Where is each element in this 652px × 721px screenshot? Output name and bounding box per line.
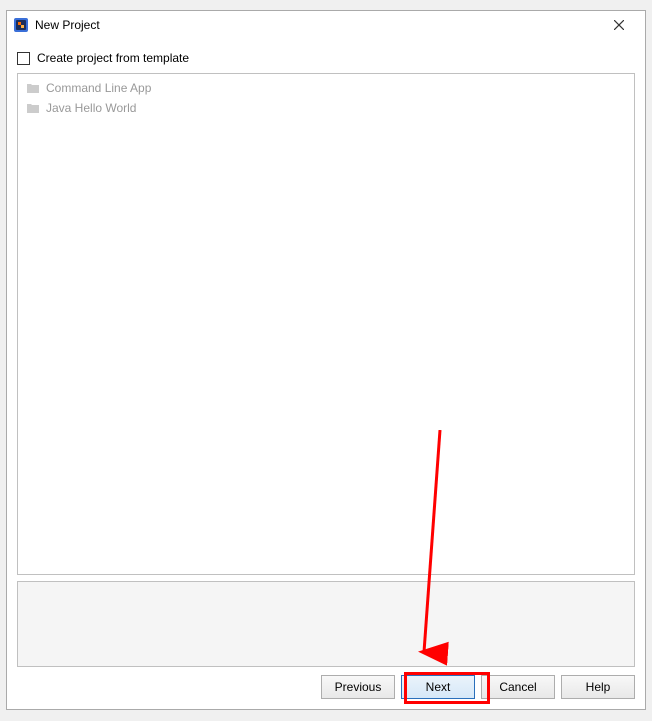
template-list[interactable]: Command Line App Java Hello World [17, 73, 635, 575]
dialog-content: Create project from template Command Lin… [7, 39, 645, 667]
window-title: New Project [35, 18, 599, 32]
create-from-template-checkbox[interactable] [17, 52, 30, 65]
template-item[interactable]: Command Line App [18, 78, 634, 98]
template-item-label: Java Hello World [46, 101, 136, 115]
folder-icon [26, 82, 40, 94]
create-from-template-row: Create project from template [17, 47, 635, 73]
cancel-button[interactable]: Cancel [481, 675, 555, 699]
folder-icon [26, 102, 40, 114]
app-icon [13, 17, 29, 33]
close-button[interactable] [599, 13, 639, 37]
create-from-template-label: Create project from template [37, 51, 189, 65]
new-project-dialog: New Project Create project from template… [6, 10, 646, 710]
description-panel [17, 581, 635, 667]
titlebar: New Project [7, 11, 645, 39]
template-item-label: Command Line App [46, 81, 151, 95]
button-bar: Previous Next Cancel Help [7, 667, 645, 709]
close-icon [614, 20, 624, 30]
help-button[interactable]: Help [561, 675, 635, 699]
next-button[interactable]: Next [401, 675, 475, 699]
template-item[interactable]: Java Hello World [18, 98, 634, 118]
previous-button[interactable]: Previous [321, 675, 395, 699]
